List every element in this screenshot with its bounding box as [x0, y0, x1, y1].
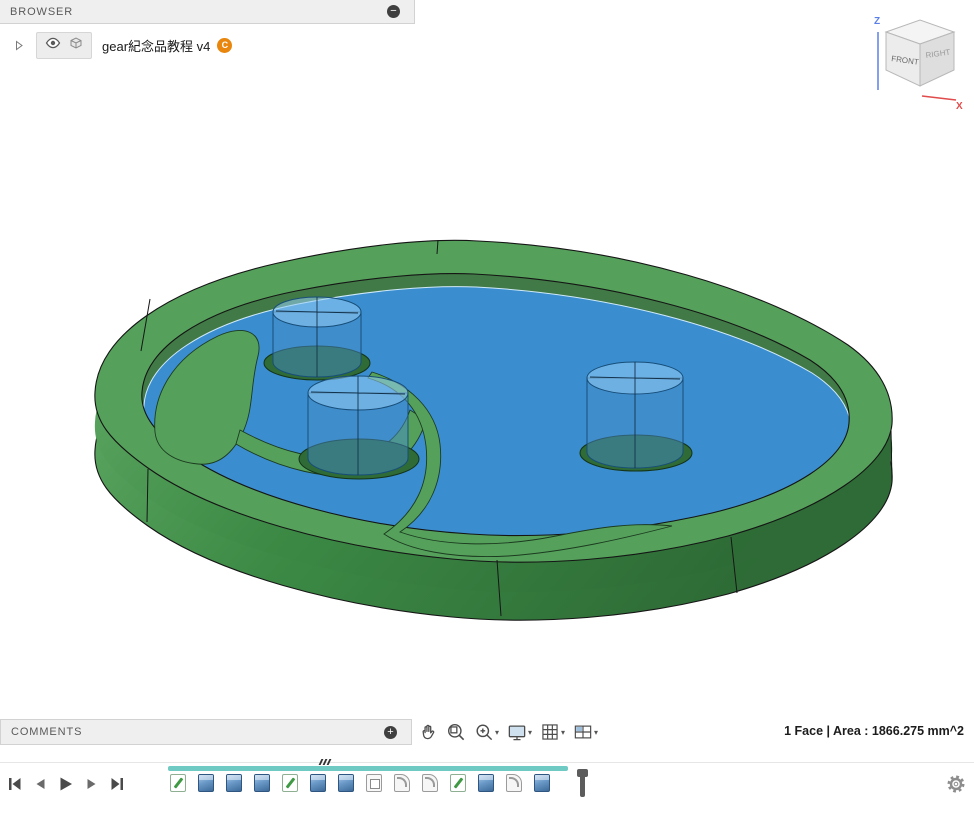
add-comment-icon[interactable]: +: [384, 726, 397, 739]
x-axis-label: X: [956, 101, 963, 112]
node-icon-well: [36, 32, 92, 59]
browser-panel-header: BROWSER −: [0, 0, 415, 24]
display-settings-button[interactable]: ▾: [503, 720, 536, 744]
viewports-dropdown-caret-icon[interactable]: ▾: [594, 728, 598, 737]
timeline-settings-gear-icon[interactable]: [946, 774, 966, 799]
look-at-icon: [446, 722, 466, 742]
comments-panel-header: COMMENTS +: [0, 719, 412, 745]
timeline-feature-sketch[interactable]: [450, 774, 466, 792]
timeline-feature-sketch[interactable]: [170, 774, 186, 792]
step-forward-button[interactable]: [86, 778, 98, 790]
eye-visibility-icon[interactable]: [45, 36, 61, 54]
pan-hand-icon: [418, 722, 438, 742]
model-viewport[interactable]: [0, 0, 974, 814]
timeline-feature-extrude[interactable]: [478, 774, 494, 792]
x-axis-line: [922, 96, 956, 100]
timeline-feature-sketch[interactable]: [282, 774, 298, 792]
view-cube-body[interactable]: FRONT RIGHT: [886, 20, 954, 86]
comments-title: COMMENTS: [11, 726, 82, 738]
timeline-scrubber-track[interactable]: [168, 766, 568, 771]
disclosure-arrow-icon[interactable]: [14, 40, 24, 51]
go-to-end-button[interactable]: [110, 777, 124, 791]
timeline-feature-chamfer[interactable]: [394, 774, 410, 792]
unsaved-badge-icon: C: [217, 38, 232, 53]
playback-controls: [8, 776, 124, 792]
component-document-icon[interactable]: [69, 36, 83, 55]
selection-status: 1 Face | Area : 1866.275 mm^2: [784, 724, 964, 738]
timeline-feature-extrude[interactable]: [254, 774, 270, 792]
timeline-feature-strip: [170, 774, 550, 792]
display-dropdown-caret-icon[interactable]: ▾: [528, 728, 532, 737]
look-at-button[interactable]: [442, 720, 470, 744]
zoom-dropdown-caret-icon[interactable]: ▾: [495, 728, 499, 737]
timeline-feature-box[interactable]: [366, 774, 382, 792]
timeline-group-marker[interactable]: [320, 759, 330, 765]
timeline-feature-extrude[interactable]: [534, 774, 550, 792]
timeline-feature-extrude[interactable]: [226, 774, 242, 792]
zoom-icon: [474, 722, 494, 742]
browser-collapse-icon[interactable]: −: [387, 5, 400, 18]
z-axis-label: Z: [874, 16, 880, 27]
browser-title: BROWSER: [10, 6, 73, 18]
document-name[interactable]: gear紀念品教程 v4: [102, 36, 210, 55]
viewports-button[interactable]: ▾: [569, 720, 602, 744]
grid-and-snaps-button[interactable]: ▾: [536, 720, 569, 744]
pan-button[interactable]: [414, 720, 442, 744]
grid-dropdown-caret-icon[interactable]: ▾: [561, 728, 565, 737]
timeline-position-marker[interactable]: [580, 769, 585, 797]
navigation-toolbar: ▾ ▾ ▾ ▾: [414, 719, 602, 745]
zoom-button[interactable]: ▾: [470, 720, 503, 744]
go-to-start-button[interactable]: [8, 777, 22, 791]
timeline-feature-chamfer[interactable]: [422, 774, 438, 792]
fusion-window: BROWSER − gear紀念品教程 v4 C Z X: [0, 0, 974, 814]
timeline-feature-chamfer[interactable]: [506, 774, 522, 792]
timeline-bar: [0, 762, 974, 814]
browser-root-node[interactable]: gear紀念品教程 v4 C: [0, 33, 232, 57]
timeline-feature-extrude[interactable]: [198, 774, 214, 792]
timeline-feature-extrude[interactable]: [338, 774, 354, 792]
play-button[interactable]: [58, 776, 74, 792]
viewports-icon: [573, 722, 593, 742]
view-cube[interactable]: Z X FRONT RIGHT: [858, 2, 970, 112]
timeline-feature-extrude[interactable]: [310, 774, 326, 792]
grid-icon: [540, 722, 560, 742]
display-settings-icon: [507, 722, 527, 742]
step-back-button[interactable]: [34, 778, 46, 790]
